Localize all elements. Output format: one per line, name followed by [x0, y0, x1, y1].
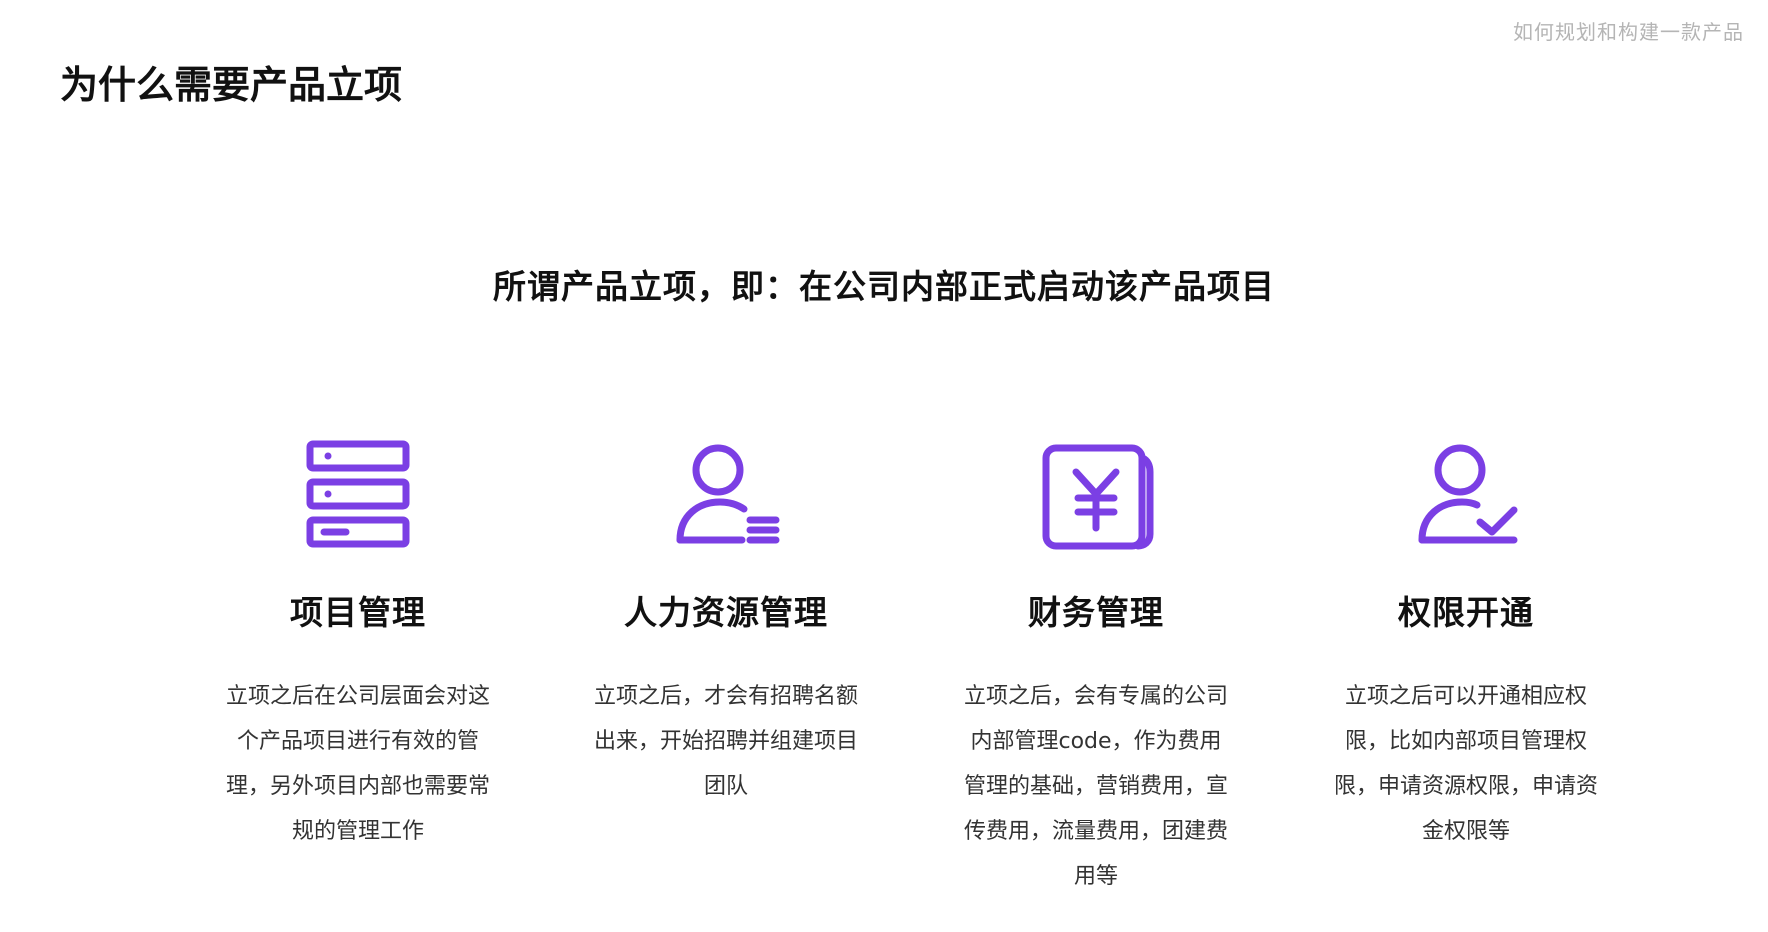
page-title: 为什么需要产品立项 [60, 63, 403, 107]
feature-permission-access: 权限开通 立项之后可以开通相应权限，比如内部项目管理权限，申请资源权限，申请资金… [1326, 436, 1606, 854]
feature-description: 立项之后，才会有招聘名额出来，开始招聘并组建项目团队 [594, 684, 859, 799]
feature-project-management: 项目管理 立项之后在公司层面会对这个产品项目进行有效的管理，另外项目内部也需要常… [218, 436, 498, 854]
feature-title: 财务管理 [1028, 593, 1164, 632]
user-check-icon [1406, 436, 1526, 556]
feature-title: 权限开通 [1398, 593, 1534, 632]
server-stack-icon [298, 436, 418, 556]
feature-title: 人力资源管理 [624, 593, 828, 632]
feature-hr-management: 人力资源管理 立项之后，才会有招聘名额出来，开始招聘并组建项目团队 [586, 436, 866, 809]
feature-description: 立项之后可以开通相应权限，比如内部项目管理权限，申请资源权限，申请资金权限等 [1334, 684, 1599, 844]
feature-description: 立项之后在公司层面会对这个产品项目进行有效的管理，另外项目内部也需要常规的管理工… [226, 684, 491, 844]
feature-description: 立项之后，会有专属的公司内部管理code，作为费用管理的基础，营销费用，宣传费用… [964, 684, 1229, 889]
yen-document-icon [1036, 436, 1156, 556]
deck-title: 如何规划和构建一款产品 [1513, 20, 1744, 44]
feature-finance-management: 财务管理 立项之后，会有专属的公司内部管理code，作为费用管理的基础，营销费用… [956, 436, 1236, 899]
definition-statement: 所谓产品立项，即：在公司内部正式启动该产品项目 [493, 267, 1275, 306]
feature-list: 项目管理 立项之后在公司层面会对这个产品项目进行有效的管理，另外项目内部也需要常… [0, 436, 1768, 896]
feature-title: 项目管理 [290, 593, 426, 632]
user-list-icon [666, 436, 786, 556]
